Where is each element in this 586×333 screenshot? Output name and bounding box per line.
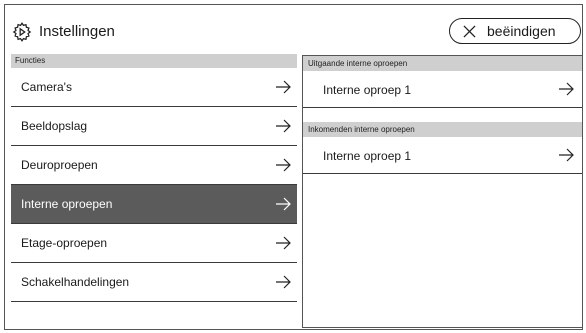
- page-title: Instellingen: [39, 23, 115, 40]
- outgoing-section-header: Uitgaande interne oproepen: [303, 56, 582, 71]
- arrow-right-icon: [276, 80, 291, 94]
- arrow-right-icon: [559, 82, 574, 96]
- menu-item-image-storage[interactable]: Beeldopslag: [11, 107, 297, 146]
- settings-window: Instellingen beëindigen Functies Camera'…: [4, 4, 583, 330]
- menu-item-label: Interne oproepen: [21, 197, 113, 211]
- arrow-right-icon: [276, 119, 291, 133]
- incoming-section-header: Inkomenden interne oproepen: [303, 122, 582, 137]
- arrow-right-icon: [276, 197, 291, 211]
- menu-item-switch-actions[interactable]: Schakelhandelingen: [11, 263, 297, 302]
- arrow-right-icon: [559, 148, 574, 162]
- menu-item-label: Schakelhandelingen: [21, 275, 130, 289]
- functions-menu: Camera's Beeldopslag Deuroproepen Intern…: [11, 68, 297, 302]
- arrow-right-icon: [276, 236, 291, 250]
- list-item-label: Interne oproep 1: [323, 83, 412, 97]
- header: Instellingen beëindigen: [5, 5, 582, 53]
- menu-item-internal-calls[interactable]: Interne oproepen: [11, 185, 297, 224]
- arrow-right-icon: [276, 158, 291, 172]
- gear-icon: [12, 22, 32, 42]
- menu-item-label: Deuroproepen: [21, 158, 98, 172]
- menu-item-label: Etage-oproepen: [21, 236, 108, 250]
- internal-calls-panel: Uitgaande interne oproepen Interne oproe…: [302, 55, 583, 328]
- menu-item-floor-calls[interactable]: Etage-oproepen: [11, 224, 297, 263]
- end-button-label: beëindigen: [487, 23, 556, 39]
- menu-item-label: Camera's: [21, 80, 72, 94]
- menu-item-label: Beeldopslag: [21, 119, 88, 133]
- arrow-right-icon: [276, 275, 291, 289]
- end-button[interactable]: beëindigen: [449, 18, 581, 44]
- functions-panel: Functies Camera's Beeldopslag Deuroproep…: [11, 54, 297, 328]
- close-icon: [463, 25, 476, 38]
- menu-item-cameras[interactable]: Camera's: [11, 68, 297, 107]
- incoming-call-item[interactable]: Interne oproep 1: [303, 137, 582, 174]
- outgoing-call-item[interactable]: Interne oproep 1: [303, 71, 582, 108]
- functions-section-header: Functies: [11, 54, 297, 68]
- menu-item-door-calls[interactable]: Deuroproepen: [11, 146, 297, 185]
- list-item-label: Interne oproep 1: [323, 149, 412, 163]
